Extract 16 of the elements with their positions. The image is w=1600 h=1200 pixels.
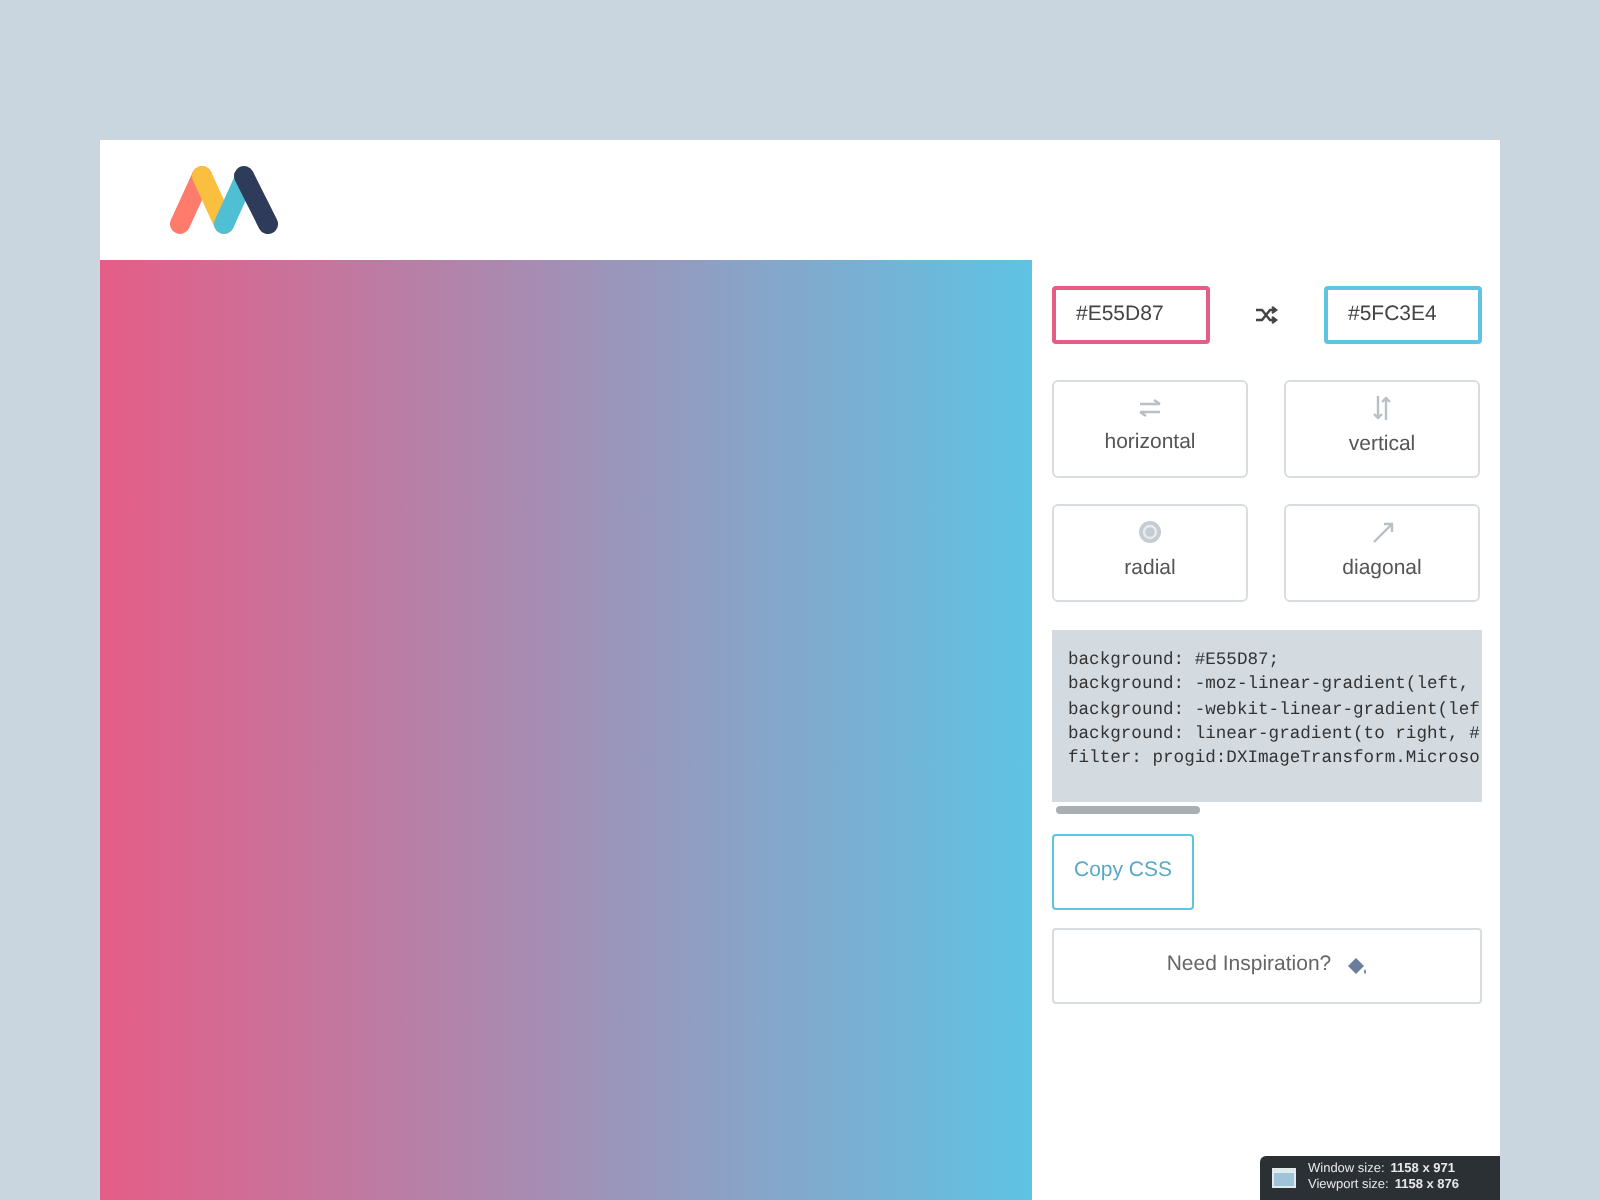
- scrollbar[interactable]: [1056, 806, 1200, 814]
- color-input[interactable]: #5FC3E4: [1324, 286, 1482, 344]
- shuffle-icon[interactable]: [1256, 306, 1278, 324]
- horizontal-arrows-icon: [1138, 398, 1162, 419]
- radial-icon: [1138, 520, 1162, 545]
- diagonal-button[interactable]: diagonal: [1284, 504, 1480, 602]
- horizontal-button[interactable]: horizontal: [1052, 380, 1248, 478]
- window-icon: [1272, 1168, 1296, 1188]
- color-input[interactable]: #E55D87: [1052, 286, 1210, 344]
- inspiration-button[interactable]: Need Inspiration?: [1052, 928, 1482, 1004]
- radial-button[interactable]: radial: [1052, 504, 1248, 602]
- logo-icon: [168, 164, 280, 236]
- css-code-block: background: #E55D87; background: -moz-linear-gradient(left, background: -webkit-linear-gradient(lef background: linear-gradient(to right, # filter: progid:DXImageTransform.Microso: [1052, 630, 1482, 802]
- vertical-arrows-icon: [1372, 396, 1392, 421]
- vertical-button[interactable]: vertical: [1284, 380, 1480, 478]
- diagonal-arrow-icon: [1371, 521, 1393, 544]
